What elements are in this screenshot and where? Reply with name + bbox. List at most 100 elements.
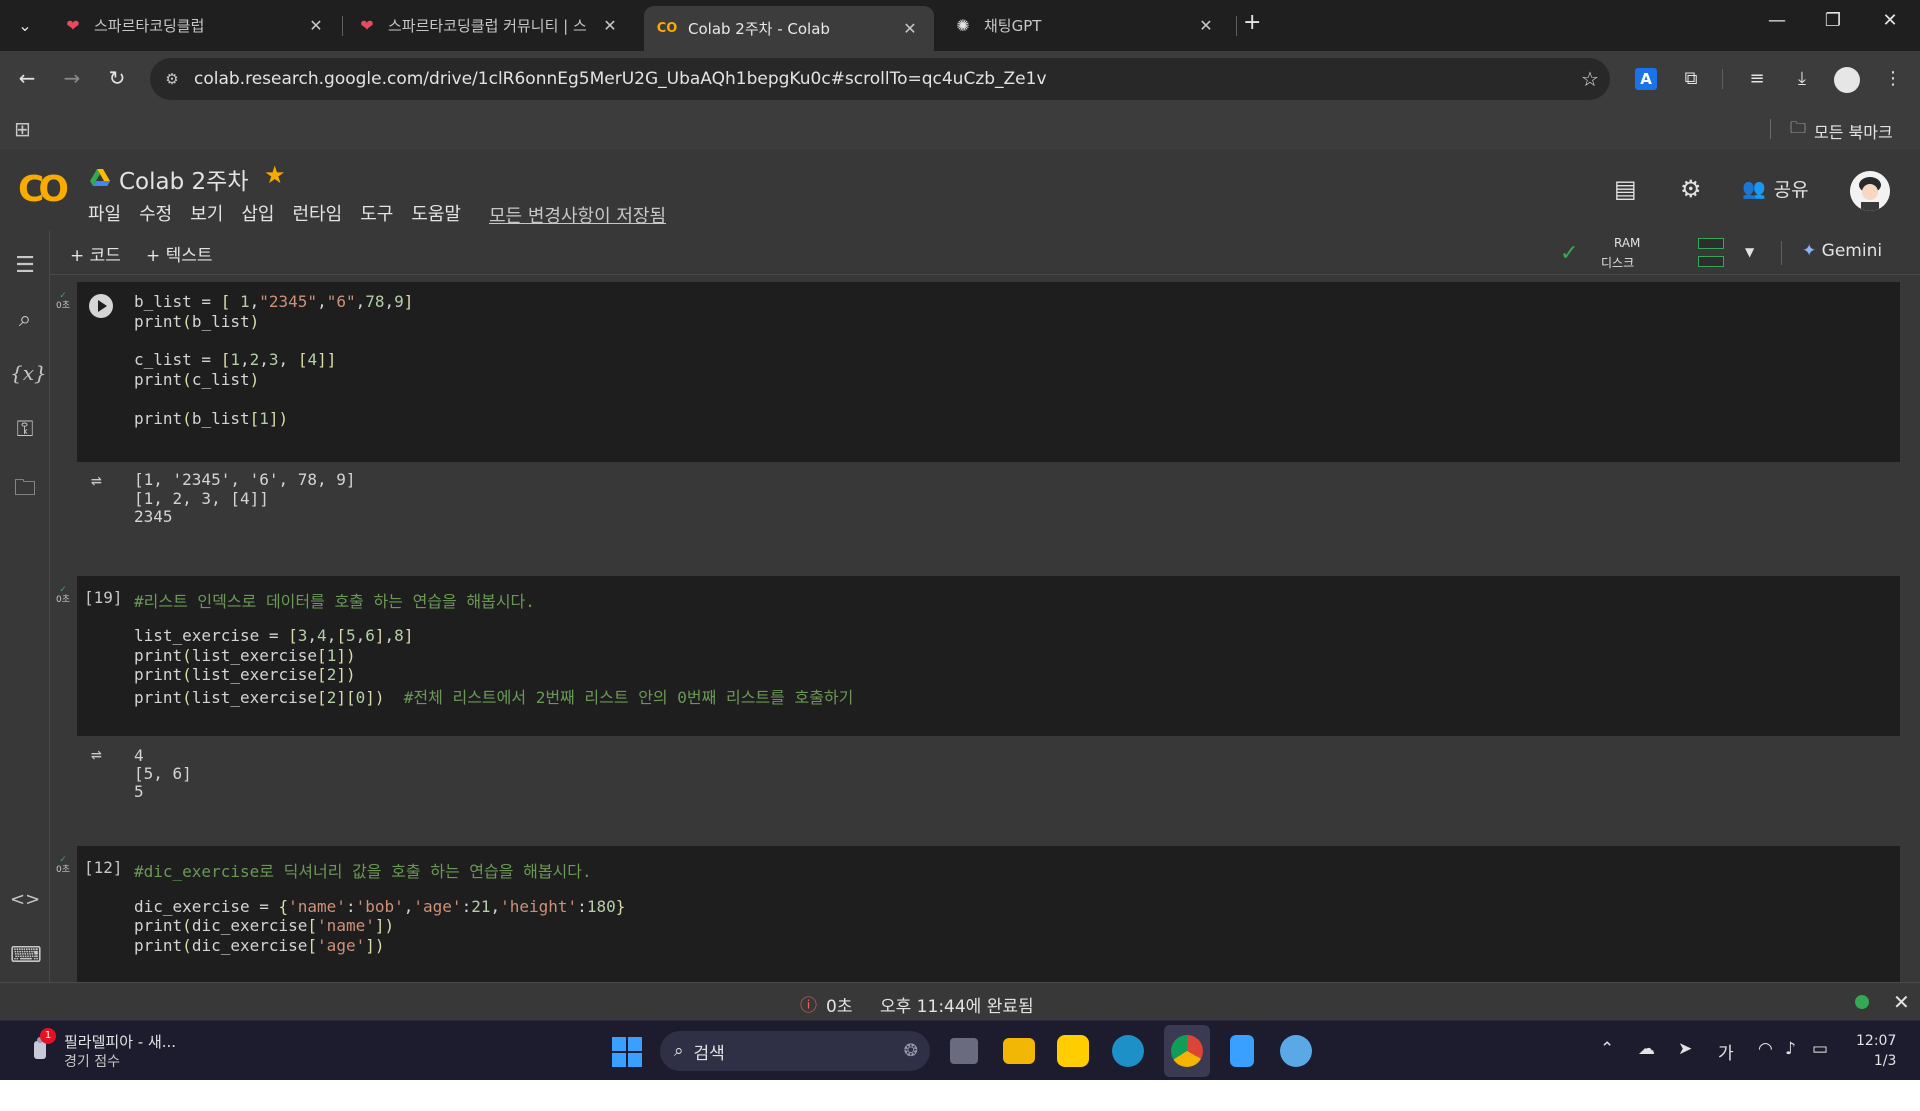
comment-icon[interactable]: ▤	[1614, 175, 1637, 203]
media-control-icon[interactable]: ≡	[1742, 65, 1772, 93]
google-drive-icon[interactable]	[90, 168, 110, 188]
menu-insert[interactable]: 삽입	[241, 200, 274, 226]
key-icon[interactable]: ⚿	[10, 417, 40, 442]
notebook-toolbar: + 코드 + 텍스트 ✓ RAM 디스크 ▼ ✦ Gemini ⌃	[50, 231, 1920, 275]
clock-time: 12:07	[1856, 1033, 1897, 1049]
profile-avatar[interactable]	[1834, 67, 1860, 93]
save-status[interactable]: 모든 변경사항이 저장됨	[489, 202, 666, 228]
share-label: 공유	[1773, 179, 1809, 201]
battery-icon[interactable]: ▭	[1812, 1039, 1828, 1059]
code-snippets-icon[interactable]: <>	[10, 889, 40, 910]
game-app-icon[interactable]	[1280, 1035, 1312, 1067]
taskbar-search[interactable]: ⌕ 검색 ❂	[660, 1031, 930, 1071]
browser-tab[interactable]: ✺ 채팅GPT ✕	[940, 6, 1230, 44]
url-text[interactable]: colab.research.google.com/drive/1clR6onn…	[194, 69, 1570, 89]
close-tab-icon[interactable]: ✕	[900, 19, 920, 38]
run-cell-button[interactable]	[89, 294, 113, 318]
folder-icon[interactable]: 🗀	[10, 471, 40, 509]
variables-icon[interactable]: {x}	[10, 361, 47, 385]
cell-exec-status: ✓ 0초	[55, 585, 70, 605]
reload-icon: ↻	[108, 66, 126, 90]
notepad-icon[interactable]	[1230, 1035, 1254, 1067]
code-line: #dic_exercise로 딕셔너리 값을 호출 하는 연습을 해봅시다.	[134, 862, 592, 881]
restore-button[interactable]: ❐	[1813, 10, 1853, 31]
close-tab-icon[interactable]: ✕	[600, 16, 620, 35]
ime-indicator[interactable]: 가	[1718, 1039, 1734, 1064]
more-menu-icon[interactable]: ⋮	[1878, 65, 1908, 93]
minimize-button[interactable]: —	[1757, 10, 1797, 31]
volume-icon[interactable]: ♪	[1785, 1039, 1796, 1059]
notebook-title[interactable]: Colab 2주차	[119, 162, 248, 196]
system-clock[interactable]: 12:07 1/3	[1856, 1031, 1896, 1071]
send-icon[interactable]: ➤	[1678, 1039, 1692, 1059]
browser-tab[interactable]: ❤ 스파르타코딩클럽 ✕	[50, 6, 340, 44]
site-info-icon[interactable]: ⚙	[150, 70, 194, 88]
code-cell[interactable]: b_list = [ 1,"2345","6",78,9] print(b_li…	[77, 282, 1900, 462]
all-bookmarks-button[interactable]: 🗀 모든 북마크	[1790, 117, 1893, 144]
extensions-puzzle-icon[interactable]: ⧉	[1676, 65, 1706, 93]
forward-button[interactable]: →	[57, 66, 87, 90]
download-icon[interactable]: ⤓	[1787, 65, 1817, 93]
file-explorer-icon[interactable]	[1003, 1038, 1035, 1064]
browser-tab[interactable]: ❤ 스파르타코딩클럽 커뮤니티 | 스 ✕	[344, 6, 634, 44]
share-button[interactable]: 👥 공유	[1742, 175, 1809, 202]
new-tab-button[interactable]: +	[1243, 10, 1261, 35]
close-window-button[interactable]: ✕	[1870, 10, 1910, 31]
restore-icon: ❐	[1824, 10, 1842, 31]
menu-file[interactable]: 파일	[88, 200, 121, 226]
tab-title: Colab 2주차 - Colab	[688, 20, 830, 38]
gemini-button[interactable]: ✦ Gemini	[1802, 241, 1882, 261]
chrome-browser-icon[interactable]	[1171, 1035, 1203, 1067]
colab-logo[interactable]: CO	[18, 169, 69, 210]
execution-count: [12]	[84, 858, 123, 877]
edge-browser-icon[interactable]	[1112, 1035, 1144, 1067]
execution-duration[interactable]: 0초	[826, 992, 852, 1017]
menu-tools[interactable]: 도구	[360, 200, 393, 226]
tab-title: 채팅GPT	[984, 16, 1042, 35]
close-status-icon[interactable]: ✕	[1893, 990, 1910, 1014]
windows-start-icon[interactable]	[612, 1037, 642, 1067]
apps-grid-icon[interactable]: ⊞	[14, 117, 31, 141]
connected-check-icon[interactable]: ✓	[1560, 241, 1578, 266]
disk-label: 디스크	[1601, 256, 1635, 270]
table-of-contents-icon[interactable]: ☰	[10, 253, 40, 278]
gear-icon[interactable]: ⚙	[1680, 175, 1702, 203]
terminal-icon[interactable]: ⌨	[10, 943, 42, 968]
add-text-button[interactable]: + 텍스트	[146, 241, 213, 266]
menu-runtime[interactable]: 런타임	[293, 200, 343, 226]
close-tab-icon[interactable]: ✕	[1196, 16, 1216, 35]
menu-edit[interactable]: 수정	[139, 200, 172, 226]
search-icon[interactable]: ⌕	[10, 307, 40, 332]
code-cell[interactable]: [19] #리스트 인덱스로 데이터를 호출 하는 연습을 해봅시다. list…	[77, 576, 1900, 736]
translate-extension-icon[interactable]: A	[1635, 68, 1657, 90]
screen-margin	[0, 1080, 1920, 1111]
menu-view[interactable]: 보기	[190, 200, 223, 226]
tab-search-button[interactable]: ⌄	[8, 8, 42, 42]
show-hidden-icons-icon[interactable]: ⌃	[1600, 1039, 1614, 1059]
cell-exec-status: ✓ 0초	[55, 855, 70, 875]
address-bar[interactable]: ⚙ colab.research.google.com/drive/1clR6o…	[150, 58, 1610, 100]
output-line: [5, 6]	[134, 764, 192, 783]
task-view-icon[interactable]	[950, 1038, 978, 1064]
back-button[interactable]: ←	[12, 66, 42, 90]
colab-status-bar: ⓘ 0초 오후 11:44에 완료됨 ✕	[0, 982, 1920, 1020]
cloud-icon[interactable]: ☁	[1638, 1039, 1655, 1059]
warning-circle-icon[interactable]: ⓘ	[800, 991, 817, 1016]
ram-usage-bar	[1698, 238, 1724, 249]
all-bookmarks-label: 모든 북마크	[1814, 122, 1893, 142]
add-code-button[interactable]: + 코드	[70, 241, 121, 266]
close-tab-icon[interactable]: ✕	[306, 16, 326, 35]
kakaotalk-icon[interactable]	[1057, 1035, 1089, 1067]
user-avatar[interactable]	[1850, 171, 1890, 211]
runtime-dropdown-icon[interactable]: ▼	[1745, 245, 1754, 259]
star-icon[interactable]: ★	[264, 161, 286, 189]
output-menu-icon[interactable]: ⇌	[91, 744, 102, 765]
wifi-icon[interactable]: ◠	[1758, 1039, 1773, 1059]
menu-help[interactable]: 도움말	[411, 200, 461, 226]
completion-time[interactable]: 오후 11:44에 완료됨	[880, 992, 1034, 1017]
browser-tab-active[interactable]: CO Colab 2주차 - Colab ✕	[644, 6, 934, 51]
reload-button[interactable]: ↻	[102, 66, 132, 90]
bookmark-star-icon[interactable]: ☆	[1570, 67, 1610, 91]
output-menu-icon[interactable]: ⇌	[91, 470, 102, 491]
code-cell[interactable]: [12] #dic_exercise로 딕셔너리 값을 호출 하는 연습을 해봅…	[77, 846, 1900, 982]
